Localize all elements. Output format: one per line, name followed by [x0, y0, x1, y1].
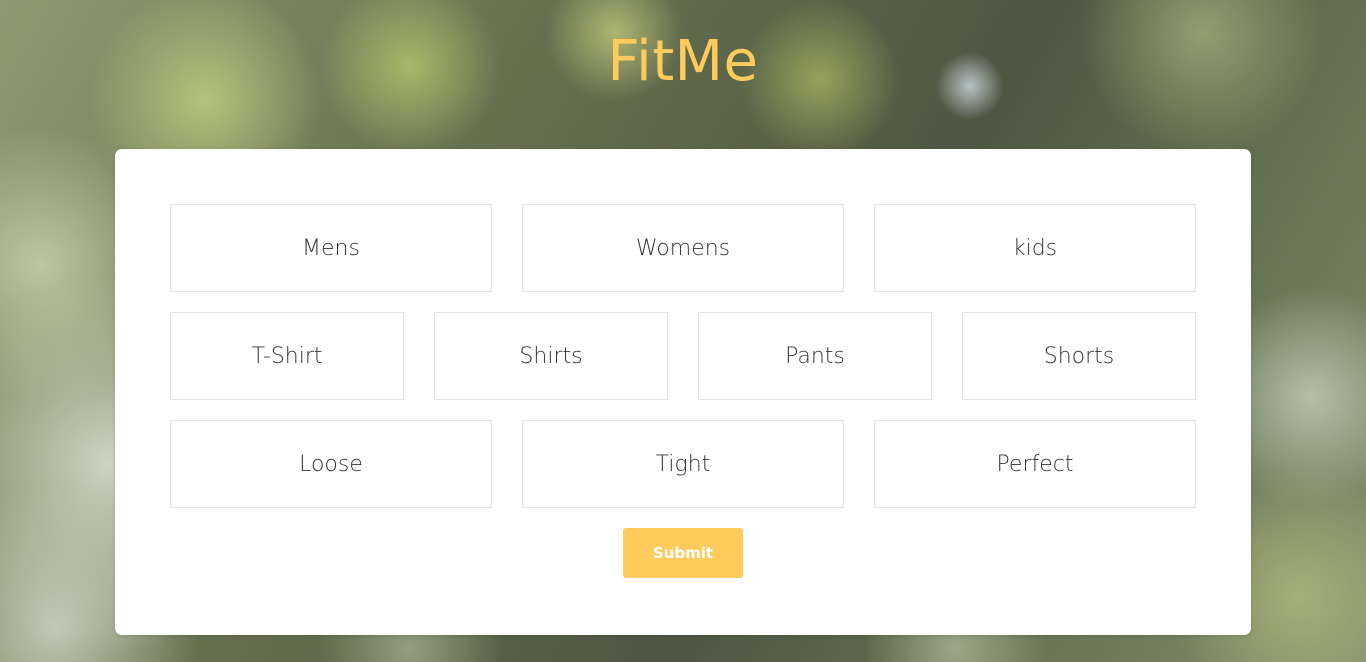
- option-loose[interactable]: Loose: [170, 420, 492, 508]
- option-shirts[interactable]: Shirts: [434, 312, 668, 400]
- option-womens[interactable]: Womens: [522, 204, 844, 292]
- option-t-shirt[interactable]: T-Shirt: [170, 312, 404, 400]
- option-perfect[interactable]: Perfect: [874, 420, 1196, 508]
- option-tight[interactable]: Tight: [522, 420, 844, 508]
- option-mens[interactable]: Mens: [170, 204, 492, 292]
- page-title: FitMe: [607, 29, 759, 94]
- option-shorts[interactable]: Shorts: [962, 312, 1196, 400]
- selection-card: Mens Womens kids T-Shirt Shirts Pants Sh…: [115, 149, 1251, 635]
- option-pants[interactable]: Pants: [698, 312, 932, 400]
- submit-button[interactable]: Submit: [623, 528, 743, 578]
- option-kids[interactable]: kids: [874, 204, 1196, 292]
